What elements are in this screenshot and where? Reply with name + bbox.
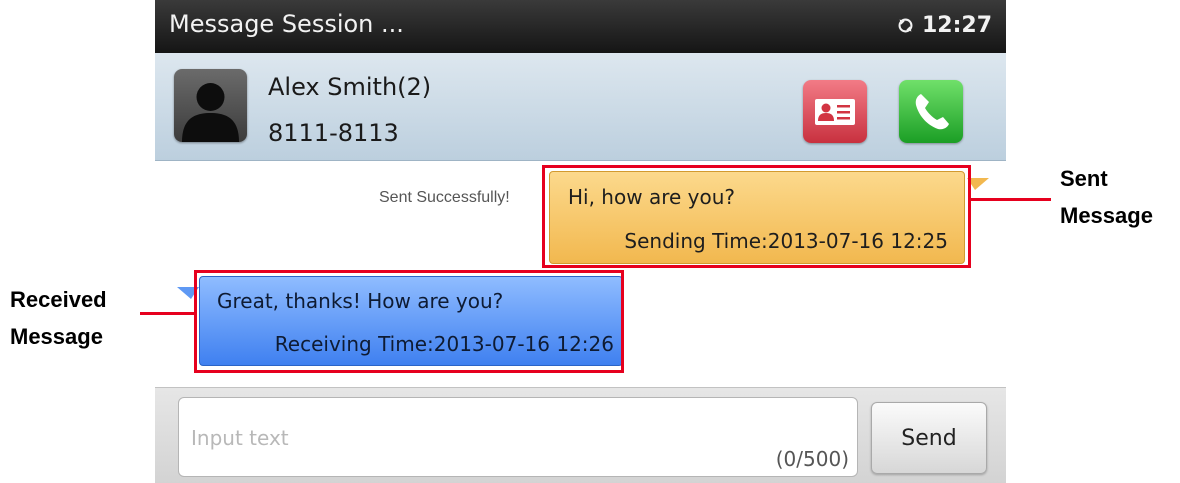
sent-message-annotation: Sent Message xyxy=(1060,160,1176,234)
sent-annotation-line1: Sent xyxy=(1060,166,1108,191)
status-bar: Message Session ... 12:27 xyxy=(155,0,1006,53)
contact-header: Alex Smith(2) 8111-8113 xyxy=(155,53,1006,161)
sent-message-connector xyxy=(971,198,1051,201)
message-input[interactable]: Input text (0/500) xyxy=(178,397,858,477)
sent-status: Sent Successfully! xyxy=(379,189,510,206)
received-message-annotation: Received Message xyxy=(10,281,140,355)
avatar xyxy=(174,69,247,142)
contact-number: 8111-8113 xyxy=(268,119,399,147)
received-message-highlight xyxy=(194,270,624,373)
contact-name: Alex Smith(2) xyxy=(268,73,432,101)
received-annotation-line2: Message xyxy=(10,324,103,349)
compose-bar: Input text (0/500) Send xyxy=(155,387,1006,483)
contact-card-button[interactable] xyxy=(803,80,867,143)
contact-card-icon xyxy=(815,99,855,125)
phone-icon xyxy=(915,94,949,130)
send-button[interactable]: Send xyxy=(871,402,987,474)
received-message-connector xyxy=(140,312,194,315)
sent-message-highlight xyxy=(542,165,971,268)
input-placeholder: Input text xyxy=(191,426,289,450)
clock: 12:27 xyxy=(921,13,992,38)
sync-icon xyxy=(898,18,913,33)
sent-annotation-line2: Message xyxy=(1060,203,1153,228)
window-title: Message Session ... xyxy=(169,10,404,38)
call-button[interactable] xyxy=(899,80,963,143)
received-annotation-line1: Received xyxy=(10,287,107,312)
avatar-silhouette-icon xyxy=(182,83,239,142)
character-counter: (0/500) xyxy=(775,447,849,471)
